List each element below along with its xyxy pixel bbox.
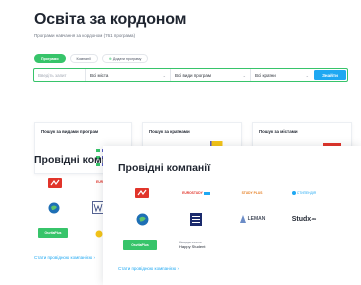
add-program-button[interactable]: ⊕Додати програму <box>101 54 149 63</box>
globe-logo-icon[interactable] <box>48 202 60 214</box>
studx-suffix: .au <box>311 217 317 221</box>
company-logo-institute[interactable] <box>179 212 213 226</box>
company-logo-red[interactable] <box>125 186 159 200</box>
osvitaplus-label: OsvitaPlus <box>131 243 149 247</box>
stipendia-dot-icon <box>291 191 296 195</box>
eurostudy-stripe <box>203 191 210 195</box>
leman-label: LEMAN <box>247 216 266 222</box>
happy-student-label: Happy Student <box>179 243 206 249</box>
studyplus-label: STUDY PLUS <box>241 191 263 195</box>
tab-companies[interactable]: Компанії <box>69 54 98 63</box>
search-input[interactable]: Введіть запит <box>34 69 86 81</box>
company-logo-globe[interactable] <box>125 212 159 226</box>
tabs-bar: Програми Компанії ⊕Додати програму <box>34 54 149 63</box>
chevron-down-icon: ⌄ <box>305 72 309 78</box>
leman-mark-icon <box>239 215 246 223</box>
card-title: Пошук за видами програм <box>41 129 99 134</box>
institute-logo-icon <box>190 212 202 226</box>
card-title: Пошук за країнами <box>149 129 190 134</box>
country-select-value: Всі країни <box>255 72 276 78</box>
osvitaplus-label: OsvitaPlus <box>44 231 62 235</box>
bg-logos-grid: EUROSTUDY OsvitaPlus <box>34 170 117 248</box>
company-logo-stipendia[interactable]: СТИПЕНДІЯ <box>287 186 321 200</box>
card-title: Пошук за містами <box>259 129 298 134</box>
studx-label: Studx <box>291 215 312 223</box>
company-logo-happy-student[interactable]: Міжнародне агентство Happy Student <box>179 238 213 252</box>
company-logo-studx[interactable]: Studx .au <box>287 212 321 226</box>
chevron-down-icon: ⌄ <box>242 72 246 78</box>
search-bar: Введіть запит Всі міста ⌄ Всі види прогр… <box>33 68 348 82</box>
page-title: Освіта за кордоном <box>34 11 187 28</box>
bg-become-leading-company-link[interactable]: Стати провідною компанією › <box>34 255 95 260</box>
plus-icon: ⊕ <box>108 57 112 61</box>
company-logo-red[interactable] <box>48 178 62 188</box>
company-logo-osvitaplus[interactable]: OsvitaPlus <box>123 238 157 252</box>
stipendia-label: СТИПЕНДІЯ <box>296 191 317 195</box>
company-logo-red-icon <box>135 188 149 198</box>
eurostudy-label: EUROSTUDY <box>182 191 203 195</box>
page-subtitle: Програми навчання за кордоном (761 прогр… <box>34 33 136 38</box>
osvitaplus-badge: OsvitaPlus <box>123 240 157 250</box>
panel-heading: Провідні компанії <box>118 162 211 174</box>
company-logo-eurostudy[interactable]: EUROSTUDY <box>179 186 213 200</box>
company-logo-osvitaplus[interactable]: OsvitaPlus <box>38 228 68 238</box>
leading-companies-panel: Провідні компанії EUROSTUDY STUDY PLUS С… <box>103 146 361 285</box>
country-select[interactable]: Всі країни ⌄ <box>251 69 313 81</box>
city-select[interactable]: Всі міста ⌄ <box>86 69 171 81</box>
page-root: Освіта за кордоном Програми навчання за … <box>0 0 361 285</box>
chevron-down-icon: ⌄ <box>162 72 166 78</box>
tab-programs[interactable]: Програми <box>34 54 66 63</box>
company-logo-studyplus[interactable]: STUDY PLUS <box>235 186 269 200</box>
company-logo-leman[interactable]: LEMAN <box>235 212 269 226</box>
globe-logo-icon <box>136 213 148 225</box>
search-button[interactable]: Знайти <box>314 70 346 80</box>
city-select-value: Всі міста <box>90 72 109 78</box>
become-leading-company-link[interactable]: Стати провідною компанією › <box>118 266 179 271</box>
add-program-label: Додати програму <box>112 57 142 61</box>
program-type-select[interactable]: Всі види програм ⌄ <box>171 69 251 81</box>
program-type-value: Всі види програм <box>175 72 211 78</box>
